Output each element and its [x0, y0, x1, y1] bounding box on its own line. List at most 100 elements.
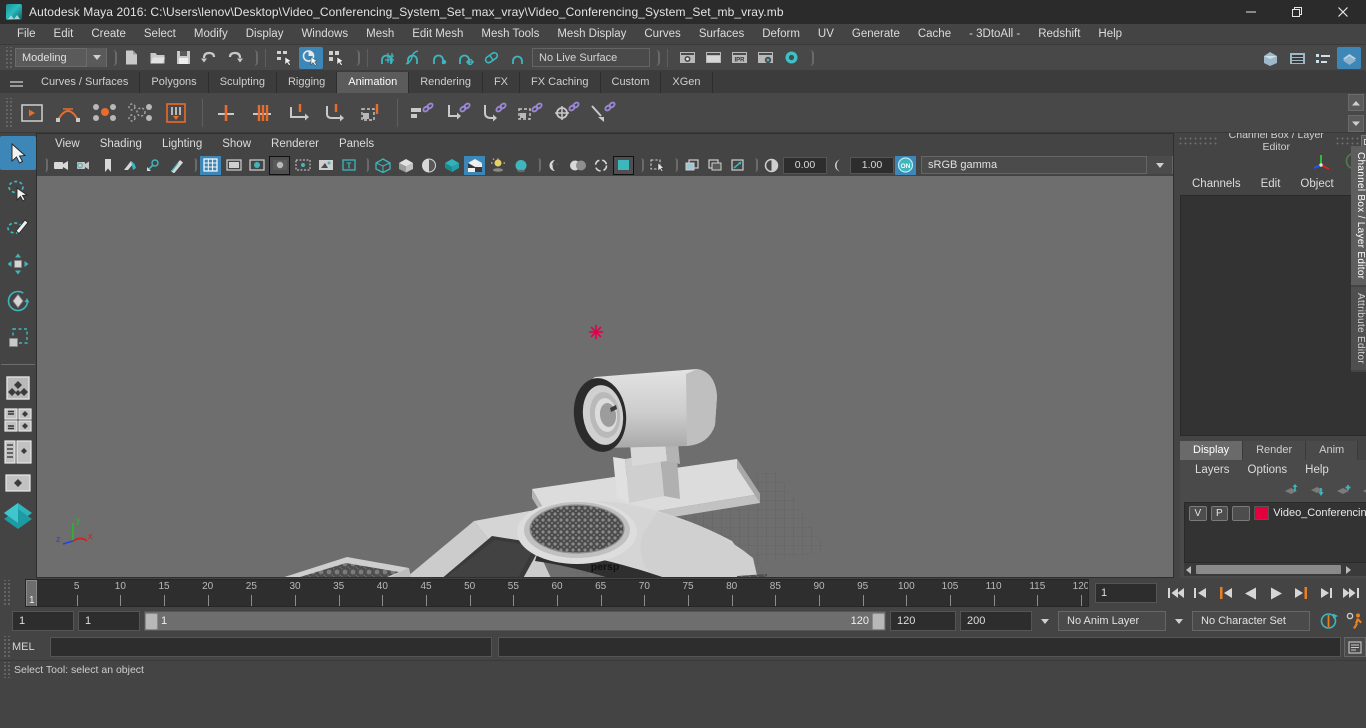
scroll-left-icon[interactable]: [1184, 565, 1194, 575]
layer-list-scrollbar[interactable]: [1184, 563, 1366, 576]
exposure-icon[interactable]: [315, 156, 336, 175]
animation-preferences-icon[interactable]: [1344, 610, 1366, 632]
viewport-menu-panels[interactable]: Panels: [329, 134, 384, 154]
parent-constraint-icon[interactable]: [441, 96, 475, 130]
rotate-tool[interactable]: [0, 284, 36, 318]
menu-redshift[interactable]: Redshift: [1029, 24, 1089, 45]
menu-edit-mesh[interactable]: Edit Mesh: [403, 24, 472, 45]
menu-windows[interactable]: Windows: [292, 24, 357, 45]
smooth-shade-all-icon[interactable]: [395, 156, 416, 175]
xray-icon[interactable]: [647, 156, 668, 175]
menu-mesh-tools[interactable]: Mesh Tools: [472, 24, 548, 45]
hypershade-icon[interactable]: [779, 47, 803, 69]
layer-options-menu[interactable]: Options: [1239, 460, 1297, 480]
redo-render-icon[interactable]: [701, 47, 725, 69]
menu-curves[interactable]: Curves: [635, 24, 689, 45]
set-key-on-translate-icon[interactable]: [246, 96, 280, 130]
layer-row[interactable]: V P Video_Conferencing_S: [1185, 503, 1366, 523]
axis-gizmo-icon[interactable]: [1312, 151, 1334, 171]
layer-name[interactable]: Video_Conferencing_S: [1273, 507, 1366, 519]
new-layer-from-selected-icon[interactable]: [1362, 484, 1366, 497]
character-set-selector[interactable]: No Character Set: [1192, 611, 1310, 631]
shelf-scroll-up-button[interactable]: [1348, 94, 1364, 111]
anim-layer-selector[interactable]: No Anim Layer: [1058, 611, 1166, 631]
channel-box-layer-editor-icon[interactable]: [1337, 47, 1361, 69]
gamma-value-field[interactable]: 1.00: [850, 156, 894, 174]
menu-display[interactable]: Display: [237, 24, 293, 45]
two-d-pan-zoom-icon[interactable]: [143, 156, 164, 175]
image-plane-icon[interactable]: [120, 156, 141, 175]
select-tool[interactable]: [0, 136, 36, 170]
viewport-menu-renderer[interactable]: Renderer: [261, 134, 329, 154]
paint-select-tool[interactable]: [0, 210, 36, 244]
time-slider-grip[interactable]: [2, 580, 10, 606]
bookmark-icon[interactable]: [97, 156, 118, 175]
shelf-grip[interactable]: [4, 97, 12, 128]
tab-render[interactable]: Render: [1243, 441, 1307, 460]
script-editor-icon[interactable]: [1344, 637, 1366, 657]
snap-to-curve-icon[interactable]: [401, 47, 425, 69]
exposure-icon-2[interactable]: [727, 156, 748, 175]
pole-vector-constraint-icon[interactable]: [585, 96, 619, 130]
time-slider-playhead[interactable]: 1: [26, 580, 37, 606]
channels-menu[interactable]: Channels: [1182, 173, 1251, 195]
exposure-value-field[interactable]: 0.00: [783, 156, 827, 174]
menu-mesh-display[interactable]: Mesh Display: [548, 24, 635, 45]
menu-generate[interactable]: Generate: [843, 24, 909, 45]
multisample-aa-icon[interactable]: [567, 156, 588, 175]
scale-tool[interactable]: [0, 321, 36, 355]
color-management-toggle[interactable]: ON: [895, 155, 916, 175]
layer-shading-toggle[interactable]: [1232, 505, 1250, 521]
range-bar[interactable]: 1 120: [144, 611, 886, 631]
live-surface-field[interactable]: No Live Surface: [532, 48, 650, 67]
undo-icon[interactable]: [197, 47, 221, 69]
gamma-wheel-icon[interactable]: [828, 156, 849, 175]
shelf-tab-curves-surfaces[interactable]: Curves / Surfaces: [30, 72, 141, 93]
menu-modify[interactable]: Modify: [185, 24, 237, 45]
shelf-tab-rigging[interactable]: Rigging: [276, 72, 338, 93]
shelf-tab-animation[interactable]: Animation: [337, 72, 410, 93]
shadows-icon[interactable]: [487, 156, 508, 175]
close-button[interactable]: [1320, 0, 1366, 24]
viewport-menu-show[interactable]: Show: [212, 134, 261, 154]
snap-to-point-icon[interactable]: [427, 47, 451, 69]
move-layer-up-icon[interactable]: [1284, 483, 1300, 497]
ghosting-icon[interactable]: [87, 96, 121, 130]
select-by-object-type-icon[interactable]: [299, 46, 323, 69]
graph-editor-icon[interactable]: [51, 96, 85, 130]
point-constraint-icon[interactable]: [477, 96, 511, 130]
menu-3dtoall[interactable]: - 3DtoAll -: [960, 24, 1029, 45]
layer-list[interactable]: V P Video_Conferencing_S: [1184, 502, 1366, 563]
layer-visibility-toggle[interactable]: V: [1189, 505, 1207, 521]
open-scene-icon[interactable]: [145, 47, 169, 69]
time-slider[interactable]: 1 5 10 15 20 25 30 35 40 45 50 55 60 65 70 75 80 85 90 95 1…: [25, 579, 1089, 607]
menu-mesh[interactable]: Mesh: [357, 24, 403, 45]
use-all-lights-icon[interactable]: [464, 155, 485, 175]
step-forward-frame-icon[interactable]: [1290, 582, 1312, 604]
channel-edit-menu[interactable]: Edit: [1251, 173, 1291, 195]
make-live-icon[interactable]: [505, 47, 529, 69]
shelf-scroll-down-button[interactable]: [1348, 115, 1364, 132]
set-key-on-selected-icon[interactable]: [354, 96, 388, 130]
textured-icon[interactable]: [441, 156, 462, 175]
camera-attributes-icon[interactable]: [74, 156, 95, 175]
viewport-menu-shading[interactable]: Shading: [90, 134, 152, 154]
single-perspective-layout[interactable]: [1, 373, 35, 403]
persp-graph-layout[interactable]: [1, 469, 35, 499]
anim-end-field[interactable]: 200: [960, 611, 1032, 631]
command-line-input[interactable]: [50, 637, 492, 657]
viewport-menu-lighting[interactable]: Lighting: [152, 134, 212, 154]
go-to-start-icon[interactable]: [1165, 582, 1187, 604]
side-tab-channel-box[interactable]: Channel Box / Layer Editor: [1351, 146, 1366, 288]
motion-blur-icon[interactable]: [544, 156, 565, 175]
channel-object-menu[interactable]: Object: [1290, 173, 1343, 195]
grease-pencil-icon[interactable]: [166, 156, 187, 175]
layer-playback-toggle[interactable]: P: [1210, 505, 1229, 521]
new-scene-icon[interactable]: [119, 47, 143, 69]
shade-wireframe-icon[interactable]: [418, 156, 439, 175]
layer-color-swatch[interactable]: [1253, 506, 1270, 520]
chevron-down-icon[interactable]: [86, 48, 106, 67]
tab-anim[interactable]: Anim: [1306, 441, 1359, 460]
toolbar-grip[interactable]: [4, 46, 12, 69]
orient-constraint-icon[interactable]: [513, 96, 547, 130]
